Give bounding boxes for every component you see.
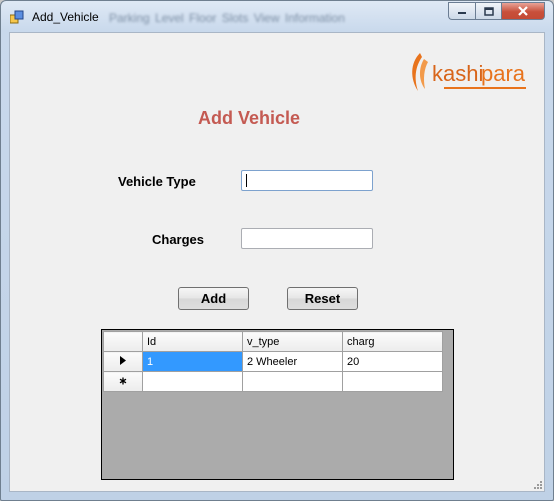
vehicle-data-grid[interactable]: Id v_type charg 1 2 Wheeler 20 <box>101 329 454 480</box>
app-window: Add_Vehicle Parking Level Floor Slots Vi… <box>0 0 554 501</box>
grid-table: Id v_type charg 1 2 Wheeler 20 <box>103 331 443 392</box>
app-icon <box>10 10 24 24</box>
page-title: Add Vehicle <box>198 108 301 128</box>
reset-button[interactable]: Reset <box>287 287 358 310</box>
text-caret <box>246 174 247 187</box>
charges-label: Charges <box>152 232 205 247</box>
grid-cell-id[interactable]: 1 <box>142 351 243 372</box>
resize-grip-icon[interactable] <box>532 479 542 489</box>
logo-text-kashi: kashi <box>432 61 483 86</box>
grid-header-row: Id v_type charg <box>103 331 443 352</box>
title-bar[interactable]: Add_Vehicle Parking Level Floor Slots Vi… <box>1 1 553 33</box>
window-controls <box>448 2 545 20</box>
background-menu-text: Parking Level Floor Slots View Informati… <box>109 11 345 25</box>
maximize-button[interactable] <box>475 2 501 20</box>
column-header-id[interactable]: Id <box>142 331 243 352</box>
triangle-right-icon <box>120 355 126 365</box>
minimize-icon <box>458 12 466 14</box>
kashipara-logo: kashi para <box>412 53 526 91</box>
table-row[interactable]: 1 2 Wheeler 20 <box>103 351 443 372</box>
close-button[interactable] <box>501 2 545 20</box>
minimize-button[interactable] <box>448 2 475 20</box>
close-icon <box>518 6 528 16</box>
window-title: Add_Vehicle <box>32 10 99 24</box>
grid-cell-id[interactable] <box>142 371 243 392</box>
asterisk-icon <box>119 377 127 384</box>
table-row-new[interactable] <box>103 371 443 392</box>
grid-cell-charg[interactable]: 20 <box>342 351 443 372</box>
add-button[interactable]: Add <box>178 287 249 310</box>
grid-cell-v-type[interactable]: 2 Wheeler <box>242 351 343 372</box>
maximize-icon <box>483 6 494 16</box>
grid-cell-v-type[interactable] <box>242 371 343 392</box>
vehicle-type-label: Vehicle Type <box>118 174 196 189</box>
column-header-v-type[interactable]: v_type <box>242 331 343 352</box>
row-header-current[interactable] <box>103 351 143 372</box>
logo-text-para: para <box>481 61 526 86</box>
vehicle-type-input[interactable] <box>241 170 373 191</box>
column-header-charg[interactable]: charg <box>342 331 443 352</box>
grid-corner-cell[interactable] <box>103 331 143 352</box>
row-header-new[interactable] <box>103 371 143 392</box>
charges-input[interactable] <box>241 228 373 249</box>
form-client-area: kashi para Add Vehicle Vehicle Type Char… <box>9 32 545 492</box>
grid-cell-charg[interactable] <box>342 371 443 392</box>
